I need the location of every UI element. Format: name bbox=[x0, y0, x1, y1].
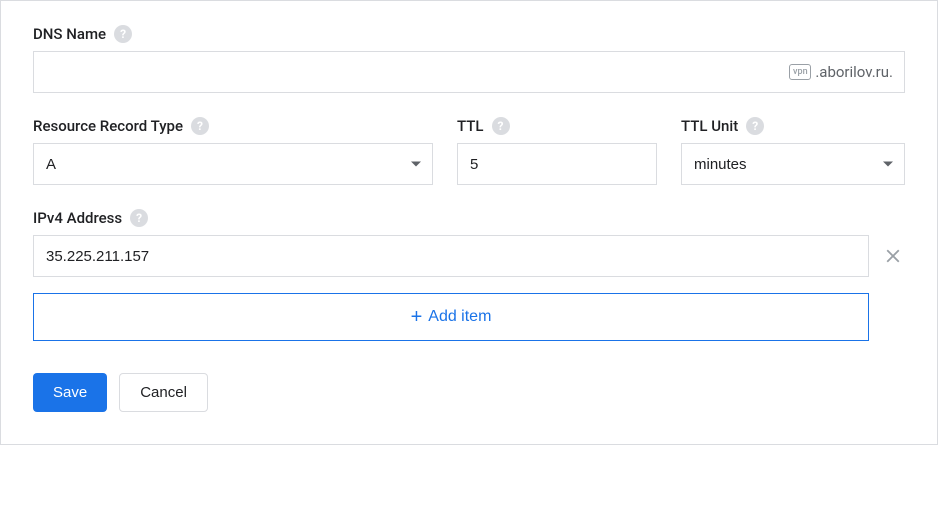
ttl-unit-select[interactable] bbox=[681, 143, 905, 185]
help-icon[interactable]: ? bbox=[746, 117, 764, 135]
help-icon[interactable]: ? bbox=[114, 25, 132, 43]
cancel-button[interactable]: Cancel bbox=[119, 373, 208, 412]
ttl-unit-field-group: TTL Unit ? bbox=[681, 117, 905, 185]
ttl-label: TTL bbox=[457, 117, 484, 135]
help-icon[interactable]: ? bbox=[130, 209, 148, 227]
ttl-field-group: TTL ? bbox=[457, 117, 657, 185]
plus-icon: + bbox=[411, 307, 423, 327]
ipv4-input-row bbox=[33, 235, 905, 277]
save-button[interactable]: Save bbox=[33, 373, 107, 412]
close-icon bbox=[882, 245, 904, 267]
dns-name-field-group: DNS Name ? vpn .aborilov.ru. bbox=[33, 25, 905, 93]
record-type-label-row: Resource Record Type ? bbox=[33, 117, 433, 135]
record-type-select-wrapper bbox=[33, 143, 433, 185]
ttl-input[interactable] bbox=[457, 143, 657, 185]
ipv4-label: IPv4 Address bbox=[33, 209, 122, 227]
help-icon[interactable]: ? bbox=[191, 117, 209, 135]
add-item-button[interactable]: + Add item bbox=[33, 293, 869, 341]
add-item-label: Add item bbox=[428, 308, 491, 326]
ttl-unit-label: TTL Unit bbox=[681, 117, 738, 135]
dns-name-suffix: vpn .aborilov.ru. bbox=[789, 63, 893, 81]
ipv4-input[interactable] bbox=[33, 235, 869, 277]
record-type-label: Resource Record Type bbox=[33, 117, 183, 135]
action-button-row: Save Cancel bbox=[33, 373, 905, 412]
dns-name-label: DNS Name bbox=[33, 25, 106, 43]
help-icon[interactable]: ? bbox=[492, 117, 510, 135]
key-hint-icon: vpn bbox=[789, 64, 811, 80]
ipv4-field-group: IPv4 Address ? + Add item bbox=[33, 209, 905, 341]
record-type-select[interactable] bbox=[33, 143, 433, 185]
dns-name-input-wrapper: vpn .aborilov.ru. bbox=[33, 51, 905, 93]
dns-name-input[interactable] bbox=[33, 51, 905, 93]
record-type-field-group: Resource Record Type ? bbox=[33, 117, 433, 185]
ipv4-label-row: IPv4 Address ? bbox=[33, 209, 905, 227]
record-ttl-row: Resource Record Type ? TTL ? TTL Unit ? bbox=[33, 117, 905, 185]
ttl-unit-label-row: TTL Unit ? bbox=[681, 117, 905, 135]
dns-record-form: DNS Name ? vpn .aborilov.ru. Resource Re… bbox=[0, 0, 938, 445]
ttl-unit-select-wrapper bbox=[681, 143, 905, 185]
dns-name-suffix-text: .aborilov.ru. bbox=[815, 63, 893, 81]
remove-item-button[interactable] bbox=[881, 244, 905, 268]
ttl-label-row: TTL ? bbox=[457, 117, 657, 135]
dns-name-label-row: DNS Name ? bbox=[33, 25, 905, 43]
